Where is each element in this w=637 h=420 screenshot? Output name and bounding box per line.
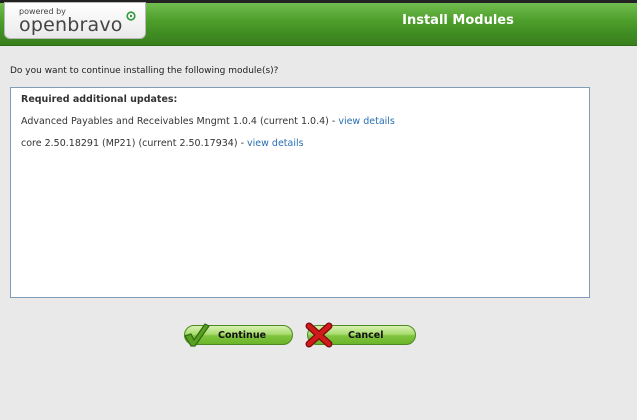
red-x-icon [305,322,333,348]
checkmark-icon [184,323,210,347]
modules-panel: Required additional updates: Advanced Pa… [10,87,590,298]
openbravo-logo: powered by openbravo [4,2,146,39]
module-description: core 2.50.18291 (MP21) (current 2.50.179… [21,138,248,149]
logo-brand-text: openbravo [19,14,123,36]
module-description: Advanced Payables and Receivables Mngmt … [21,116,339,127]
panel-heading: Required additional updates: [21,94,178,105]
module-row: core 2.50.18291 (MP21) (current 2.50.179… [21,138,304,149]
cancel-label: Cancel [348,330,384,341]
page-title: Install Modules [402,13,514,28]
module-row: Advanced Payables and Receivables Mngmt … [21,116,395,127]
view-details-link[interactable]: view details [247,138,304,149]
confirmation-question: Do you want to continue installing the f… [10,66,279,76]
cancel-button[interactable]: Cancel [305,322,416,348]
view-details-link[interactable]: view details [338,116,395,127]
openbravo-logo-icon [126,11,136,21]
continue-label: Continue [218,330,267,341]
continue-button[interactable]: Continue [184,323,293,347]
header-bar: powered by openbravo Install Modules [0,0,637,46]
